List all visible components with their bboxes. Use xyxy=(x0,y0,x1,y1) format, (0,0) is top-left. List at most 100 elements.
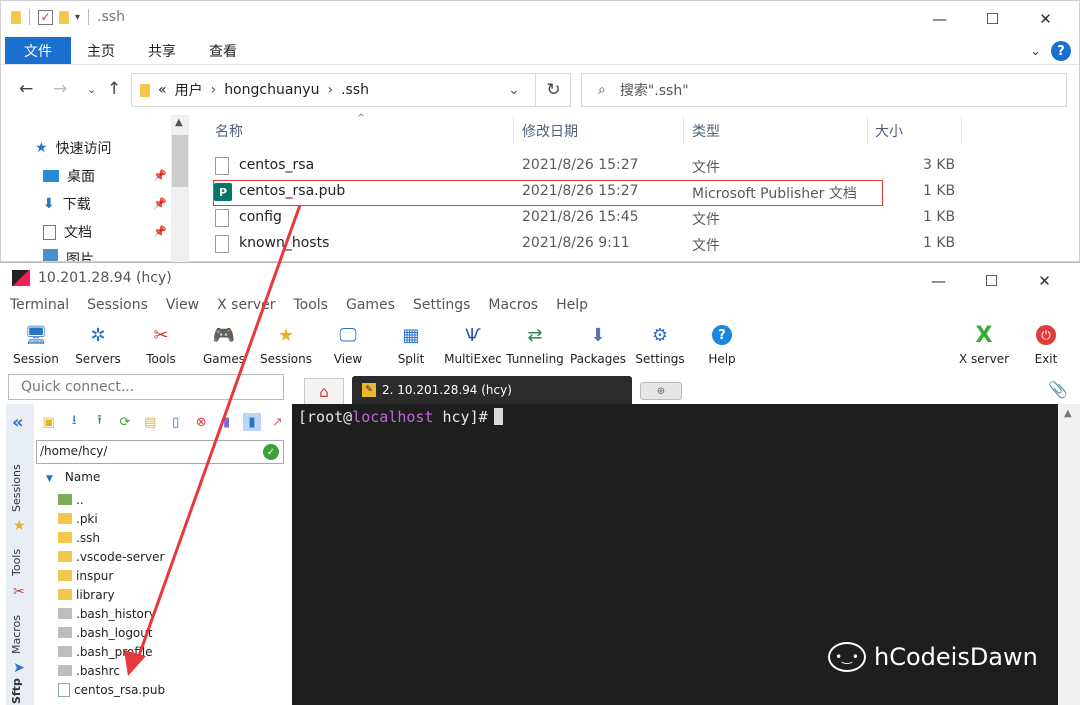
games-button[interactable]: 🎮 Games xyxy=(194,321,254,373)
view-button[interactable]: 🖵 View xyxy=(318,321,378,373)
minimize-icon[interactable]: — xyxy=(913,1,966,37)
tunneling-button[interactable]: ⇄ Tunneling xyxy=(505,321,565,373)
scrollbar-thumb[interactable] xyxy=(172,135,188,187)
new-folder-icon[interactable]: ▤ xyxy=(142,413,159,431)
close-icon[interactable]: ✕ xyxy=(1018,263,1071,299)
table-row[interactable]: known_hosts 2021/8/26 9:11 文件 1 KB xyxy=(211,232,1071,256)
folder-up-icon[interactable]: ▣ xyxy=(40,413,57,431)
terminal-scrollbar[interactable]: ▲ xyxy=(1058,404,1080,705)
list-item[interactable]: .ssh xyxy=(58,528,100,547)
refresh-button[interactable]: ↻ xyxy=(535,73,571,107)
close-icon[interactable]: ✕ xyxy=(1019,1,1072,37)
chevron-down-icon[interactable]: ▾ xyxy=(75,12,80,23)
home-tab[interactable]: ⌂ xyxy=(304,378,344,404)
quick-connect-input[interactable]: Quick connect... xyxy=(8,374,284,400)
column-date[interactable]: 修改日期 xyxy=(522,115,578,147)
column-type[interactable]: 类型 xyxy=(692,115,720,147)
menu-terminal[interactable]: Terminal xyxy=(10,297,69,319)
sidebar-tab-tools[interactable]: Tools xyxy=(10,549,23,576)
table-row[interactable]: centos_rsa 2021/8/26 15:27 文件 3 KB xyxy=(211,154,1071,178)
nav-item-quick-access[interactable]: ★ 快速访问 xyxy=(35,137,112,159)
breadcrumb-overflow[interactable]: « xyxy=(158,82,167,98)
list-item[interactable]: .. xyxy=(58,490,84,509)
tab-share[interactable]: 共享 xyxy=(148,37,176,64)
pin-icon[interactable]: 📌 xyxy=(153,225,167,238)
packages-button[interactable]: ⬇ Packages xyxy=(568,321,628,373)
address-bar[interactable]: « 用户 › hongchuanyu › .ssh ⌄ xyxy=(131,73,571,107)
list-item[interactable]: .bash_profile xyxy=(58,642,153,661)
chevron-up-icon[interactable]: ▲ xyxy=(1064,408,1072,419)
minimize-icon[interactable]: — xyxy=(912,263,965,299)
sftp-path-input[interactable]: /home/hcy/ ✓ xyxy=(36,440,284,464)
pin-icon[interactable]: 📌 xyxy=(153,197,167,210)
breadcrumb-user[interactable]: hongchuanyu xyxy=(224,82,319,98)
menu-macros[interactable]: Macros xyxy=(488,297,538,319)
nav-item-pictures[interactable]: 图片 xyxy=(43,249,94,261)
tab-view[interactable]: 查看 xyxy=(209,37,237,64)
exit-button[interactable]: ⏻ Exit xyxy=(1016,321,1076,373)
settings-button[interactable]: ⚙ Settings xyxy=(630,321,690,373)
recent-locations-icon[interactable]: ⌄ xyxy=(87,83,96,96)
tab-file[interactable]: 文件 xyxy=(5,37,71,64)
xserver-button[interactable]: X X server xyxy=(954,321,1014,373)
servers-button[interactable]: ✲ Servers xyxy=(68,321,128,373)
list-item[interactable]: .bash_history xyxy=(58,604,156,623)
chevron-right-icon[interactable]: › xyxy=(327,82,333,98)
properties-icon[interactable]: ✓ xyxy=(38,9,53,25)
breadcrumb-ssh[interactable]: .ssh xyxy=(341,82,369,98)
follow-terminal-icon[interactable]: ▮ xyxy=(243,413,261,431)
chevron-up-icon[interactable]: ▲ xyxy=(175,117,183,128)
nav-item-downloads[interactable]: ⬇ 下载 xyxy=(43,193,91,215)
tools-button[interactable]: ✂ Tools xyxy=(131,321,191,373)
menu-view[interactable]: View xyxy=(166,297,199,319)
column-size[interactable]: 大小 xyxy=(875,115,903,147)
download-icon[interactable]: ⭳ xyxy=(65,413,82,431)
list-item[interactable]: .vscode-server xyxy=(58,547,164,566)
list-item[interactable]: centos_rsa.pub xyxy=(58,680,165,699)
column-name[interactable]: 名称 xyxy=(215,115,243,147)
sessions-button[interactable]: ★ Sessions xyxy=(256,321,316,373)
chevron-down-icon[interactable]: ⌄ xyxy=(508,82,520,98)
upload-icon[interactable]: ⭱ xyxy=(91,413,108,431)
menu-xserver[interactable]: X server xyxy=(217,297,275,319)
menu-sessions[interactable]: Sessions xyxy=(87,297,148,319)
new-folder-icon[interactable] xyxy=(59,10,69,24)
list-item[interactable]: .pki xyxy=(58,509,98,528)
new-file-icon[interactable]: ▯ xyxy=(167,413,184,431)
menu-settings[interactable]: Settings xyxy=(413,297,470,319)
sidebar-tab-sessions[interactable]: Sessions xyxy=(10,464,23,512)
list-item[interactable]: inspur xyxy=(58,566,113,585)
nav-item-desktop[interactable]: 桌面 xyxy=(43,165,95,187)
delete-icon[interactable]: ⊗ xyxy=(192,413,209,431)
refresh-icon[interactable]: ⟳ xyxy=(116,413,133,431)
forward-arrow-icon[interactable]: → xyxy=(53,79,67,99)
up-arrow-icon[interactable]: ↑ xyxy=(107,79,121,99)
menu-help[interactable]: Help xyxy=(556,297,588,319)
menu-games[interactable]: Games xyxy=(346,297,395,319)
breadcrumb-users[interactable]: 用户 xyxy=(175,80,203,100)
session-button[interactable]: 🖥 Session xyxy=(6,321,66,373)
chevron-right-icon[interactable]: › xyxy=(211,82,217,98)
attachment-icon[interactable]: 📎 xyxy=(1048,380,1068,399)
edit-icon[interactable]: ↗ xyxy=(269,413,286,431)
help-button[interactable]: ? Help xyxy=(692,321,752,373)
table-row[interactable]: config 2021/8/26 15:45 文件 1 KB xyxy=(211,206,1071,230)
nav-item-documents[interactable]: 文档 xyxy=(43,221,92,243)
list-item[interactable]: .bash_logout xyxy=(58,623,153,642)
search-input[interactable]: ⌕ 搜索".ssh" xyxy=(581,73,1067,107)
sidebar-tab-sftp[interactable]: Sftp xyxy=(10,678,23,704)
tab-home[interactable]: 主页 xyxy=(87,37,115,64)
nav-scrollbar[interactable]: ▲ xyxy=(171,115,189,263)
sidebar-tab-macros[interactable]: Macros xyxy=(10,615,23,654)
back-arrow-icon[interactable]: ← xyxy=(19,79,33,99)
list-item[interactable]: library xyxy=(58,585,115,604)
collapse-double-chevron-icon[interactable]: « xyxy=(12,412,24,433)
tab-session-2[interactable]: ✎ 2. 10.201.28.94 (hcy) xyxy=(352,376,632,404)
split-button[interactable]: ▦ Split xyxy=(381,321,441,373)
checkmark-icon[interactable]: ✓ xyxy=(263,444,279,460)
pin-icon[interactable]: 📌 xyxy=(153,169,167,182)
menu-tools[interactable]: Tools xyxy=(293,297,328,319)
help-icon[interactable]: ? xyxy=(1051,41,1071,61)
maximize-icon[interactable]: ☐ xyxy=(965,263,1018,299)
new-tab-button[interactable]: ⊕ xyxy=(640,382,682,400)
